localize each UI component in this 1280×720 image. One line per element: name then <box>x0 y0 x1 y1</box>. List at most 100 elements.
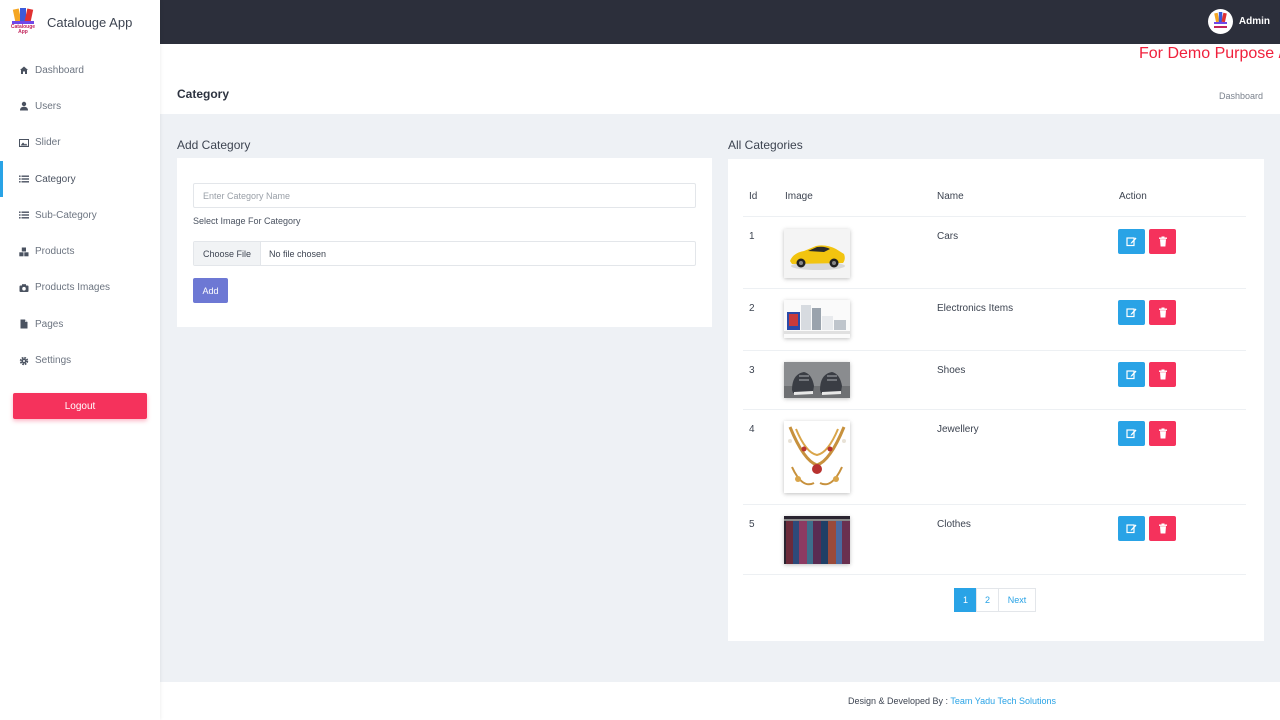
next-page-button[interactable]: Next <box>998 588 1036 612</box>
sidebar-item-label: Dashboard <box>35 64 84 76</box>
row-name: Cars <box>937 231 959 242</box>
sidebar-nav: Dashboard Users Slider Category Sub-Cate… <box>0 52 160 379</box>
image-icon <box>19 138 29 148</box>
app-logo: Catalouge App <box>9 7 37 37</box>
sidebar-item-category[interactable]: Category <box>0 160 160 198</box>
row-id: 4 <box>749 424 755 435</box>
sidebar-item-settings[interactable]: Settings <box>0 342 160 378</box>
row-name: Clothes <box>937 519 971 530</box>
trash-icon <box>1158 236 1167 247</box>
row-name: Electronics Items <box>937 303 1014 314</box>
camera-icon <box>19 283 29 293</box>
home-icon <box>19 65 29 75</box>
sidebar-item-label: Sub-Category <box>35 209 97 221</box>
category-image-file-input[interactable]: Choose File No file chosen <box>193 241 696 266</box>
logo-text: Catalouge App <box>10 24 36 35</box>
sidebar-item-pages[interactable]: Pages <box>0 306 160 342</box>
file-status: No file chosen <box>269 248 327 259</box>
table-row: 1 Cars <box>743 216 1246 288</box>
sidebar-item-users[interactable]: Users <box>0 88 160 124</box>
sidebar-item-label: Products <box>35 246 75 258</box>
choose-file-button[interactable]: Choose File <box>194 242 262 265</box>
sidebar-item-products[interactable]: Products <box>0 233 160 269</box>
trash-icon <box>1158 369 1167 380</box>
row-id: 3 <box>749 365 755 376</box>
footer-link[interactable]: Team Yadu Tech Solutions <box>950 696 1056 706</box>
sidebar-item-label: Settings <box>35 355 72 367</box>
table-row: 5 Clothes <box>743 504 1246 575</box>
edit-icon <box>1126 429 1137 439</box>
page-2-button[interactable]: 2 <box>976 588 999 612</box>
column-header-image: Image <box>785 191 813 202</box>
add-category-card: Select Image For Category Choose File No… <box>177 158 712 327</box>
edit-button[interactable] <box>1118 421 1145 446</box>
row-name: Jewellery <box>937 424 979 435</box>
brand[interactable]: Catalouge App Catalouge App <box>0 0 160 44</box>
category-image-clothes <box>784 516 850 564</box>
sidebar-item-label: Products Images <box>35 282 111 294</box>
app-title: Catalouge App <box>47 14 133 30</box>
delete-button[interactable] <box>1149 229 1176 254</box>
file-icon <box>19 319 29 329</box>
avatar <box>1207 9 1233 34</box>
category-image-shoes <box>784 362 850 398</box>
list-icon <box>19 210 29 220</box>
edit-icon <box>1126 308 1137 318</box>
row-id: 1 <box>749 231 755 242</box>
top-bar: Admin <box>160 0 1280 44</box>
page-title: Category <box>177 87 230 101</box>
logout-button[interactable]: Logout <box>13 393 147 419</box>
breadcrumb[interactable]: Dashboard <box>1219 91 1263 101</box>
delete-button[interactable] <box>1149 516 1176 541</box>
list-icon <box>19 174 29 184</box>
table-row: 2 Electronics Items <box>743 288 1246 350</box>
sidebar-item-label: Pages <box>35 318 64 330</box>
footer-prefix: Design & Developed By : <box>848 696 949 706</box>
user-name: Admin <box>1238 16 1270 27</box>
sidebar-item-sub-category[interactable]: Sub-Category <box>0 197 160 233</box>
row-name: Shoes <box>937 365 966 376</box>
trash-icon <box>1158 523 1167 534</box>
row-id: 2 <box>749 303 755 314</box>
delete-button[interactable] <box>1149 421 1176 446</box>
edit-icon <box>1126 524 1137 534</box>
sidebar-item-slider[interactable]: Slider <box>0 125 160 161</box>
user-menu[interactable]: Admin <box>1207 9 1270 34</box>
add-category-title: Add Category <box>177 138 251 152</box>
sidebar-item-label: Slider <box>35 137 61 149</box>
column-header-name: Name <box>937 191 964 202</box>
page-header: Category Dashboard <box>160 44 1280 114</box>
footer-text: Design & Developed By : Team Yadu Tech S… <box>848 696 1056 706</box>
category-name-input[interactable] <box>193 183 696 208</box>
edit-icon <box>1126 370 1137 380</box>
gear-icon <box>19 356 29 366</box>
column-header-action: Action <box>1119 191 1147 202</box>
add-category-button[interactable]: Add <box>193 278 228 303</box>
edit-icon <box>1126 237 1137 247</box>
edit-button[interactable] <box>1118 516 1145 541</box>
sidebar-item-label: Category <box>35 173 76 185</box>
delete-button[interactable] <box>1149 300 1176 325</box>
row-id: 5 <box>749 519 755 530</box>
table-row: 4 Jewellery <box>743 409 1246 504</box>
category-image-electronics <box>784 300 850 338</box>
category-image-cars <box>784 229 850 278</box>
trash-icon <box>1158 428 1167 439</box>
category-image-jewellery <box>784 421 850 493</box>
edit-button[interactable] <box>1118 229 1145 254</box>
all-categories-title: All Categories <box>728 138 803 152</box>
sidebar: Catalouge App Catalouge App Dashboard Us… <box>0 0 160 720</box>
table-row: 3 Shoes <box>743 350 1246 409</box>
edit-button[interactable] <box>1118 300 1145 325</box>
trash-icon <box>1158 307 1167 318</box>
page-1-button[interactable]: 1 <box>954 588 977 612</box>
categories-table-card: Id Image Name Action 1 Cars 2 Electronic… <box>728 159 1264 641</box>
sidebar-item-label: Users <box>35 100 62 112</box>
delete-button[interactable] <box>1149 362 1176 387</box>
sidebar-item-dashboard[interactable]: Dashboard <box>0 52 160 88</box>
pagination: 1 2 Next <box>954 588 1036 612</box>
edit-button[interactable] <box>1118 362 1145 387</box>
sidebar-item-products-images[interactable]: Products Images <box>0 270 160 306</box>
image-label: Select Image For Category <box>193 216 301 226</box>
footer: Design & Developed By : Team Yadu Tech S… <box>160 682 1280 720</box>
